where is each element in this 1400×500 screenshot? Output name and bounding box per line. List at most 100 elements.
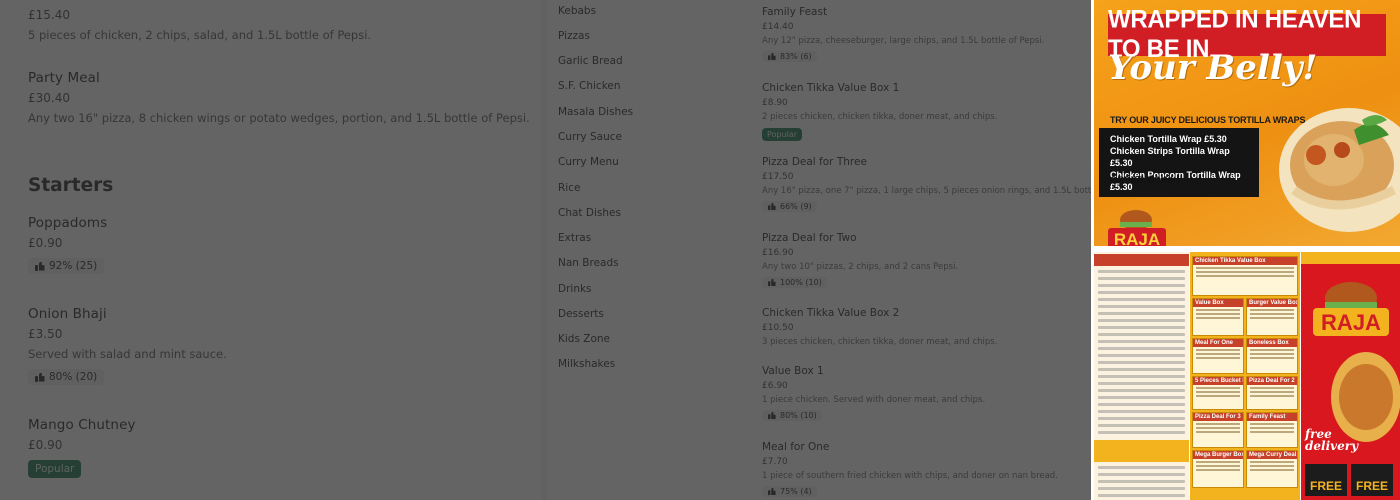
item-description: 5 pieces of chicken, 2 chips, salad, and… bbox=[28, 28, 372, 42]
raja-logo: RAJA bbox=[1108, 210, 1166, 246]
category-link-kids-zone[interactable]: Kids Zone bbox=[558, 333, 610, 345]
category-link-desserts[interactable]: Desserts bbox=[558, 308, 604, 320]
category-link-kebabs[interactable]: Kebabs bbox=[558, 5, 596, 17]
promo-image-menu-flyer-3[interactable]: RAJA free delivery FREE FREE bbox=[1301, 252, 1400, 500]
item-description: 3 pieces chicken, chicken tikka, doner m… bbox=[762, 337, 998, 347]
item-description: Any two 16" pizza, 8 chicken wings or po… bbox=[28, 111, 530, 125]
category-link-masala-dishes[interactable]: Masala Dishes bbox=[558, 106, 633, 118]
rating-badge: 92% (25) bbox=[28, 258, 105, 274]
thumbs-up-icon bbox=[35, 373, 45, 382]
deal-box-title: Burger Value Box bbox=[1247, 299, 1297, 307]
rating-badge: 66% (9) bbox=[762, 201, 817, 212]
item-name: Mango Chutney bbox=[28, 417, 136, 433]
logo-text: RAJA bbox=[1321, 310, 1381, 335]
item-price: £30.40 bbox=[28, 91, 70, 105]
promo-wrap-price-list: Chicken Tortilla Wrap £5.30 Chicken Stri… bbox=[1099, 128, 1259, 197]
item-description: Any two 10" pizzas, 2 chips, and 2 cans … bbox=[762, 262, 959, 272]
item-name: Onion Bhaji bbox=[28, 306, 107, 322]
category-link-curry-menu[interactable]: Curry Menu bbox=[558, 156, 619, 168]
menu-item-value-box-1[interactable]: Value Box 1 £6.90 1 piece chicken. Serve… bbox=[762, 365, 1082, 424]
deal-box: Chicken Tikka Value Box bbox=[1192, 256, 1298, 296]
deal-box-title: Mega Burger Box bbox=[1193, 451, 1243, 459]
free-badge-1: FREE bbox=[1305, 464, 1347, 496]
category-link-milkshakes[interactable]: Milkshakes bbox=[558, 358, 615, 370]
menu-item-onion-bhaji[interactable]: Onion Bhaji £3.50 Served with salad and … bbox=[28, 306, 227, 386]
item-name: Chicken Tikka Value Box 1 bbox=[762, 82, 900, 94]
deal-box-title: Value Box bbox=[1193, 299, 1243, 307]
promo-image-menu-flyer-1[interactable] bbox=[1094, 252, 1189, 500]
thumbs-up-icon bbox=[35, 262, 45, 271]
item-name: Family Feast bbox=[762, 6, 828, 18]
item-description: Served with salad and mint sauce. bbox=[28, 347, 227, 361]
menu-item-pizza-deal-for-three[interactable]: Pizza Deal for Three £17.50 Any 16" pizz… bbox=[762, 156, 1091, 215]
item-price: £16.90 bbox=[762, 248, 794, 258]
rating-text: 80% (20) bbox=[49, 371, 98, 383]
category-link-nan-breads[interactable]: Nan Breads bbox=[558, 257, 619, 269]
rating-text: 80% (10) bbox=[780, 411, 817, 420]
menu-item-poppadoms[interactable]: Poppadoms £0.90 92% (25) bbox=[28, 215, 107, 275]
menu-item-mango-chutney[interactable]: Mango Chutney £0.90 Popular bbox=[28, 417, 136, 478]
promo-gallery: WRAPPED IN HEAVEN TO BE IN Your Belly! T… bbox=[1091, 0, 1400, 500]
promo-script-headline: Your Belly! bbox=[1108, 48, 1318, 88]
category-link-curry-sauce[interactable]: Curry Sauce bbox=[558, 131, 622, 143]
popular-badge: Popular bbox=[28, 460, 82, 478]
rating-badge: 100% (10) bbox=[762, 277, 827, 288]
category-link-drinks[interactable]: Drinks bbox=[558, 283, 592, 295]
promo-image-tortilla-wraps[interactable]: WRAPPED IN HEAVEN TO BE IN Your Belly! T… bbox=[1094, 0, 1400, 246]
section-title-starters: Starters bbox=[28, 175, 114, 196]
category-link-sf-chicken[interactable]: S.F. Chicken bbox=[558, 80, 621, 92]
item-name: Party Meal bbox=[28, 70, 100, 86]
item-price: £3.50 bbox=[28, 327, 63, 341]
thumbs-up-icon bbox=[768, 279, 776, 287]
deal-box: Mega Curry Deal bbox=[1246, 450, 1298, 488]
popular-badge: Popular bbox=[762, 128, 802, 141]
item-name: Chicken Tikka Value Box 2 bbox=[762, 307, 900, 319]
deal-box-title: Boneless Box bbox=[1247, 339, 1297, 347]
rating-text: 92% (25) bbox=[49, 260, 98, 272]
free-delivery-text: free delivery bbox=[1305, 427, 1359, 453]
deal-box: Family Feast bbox=[1246, 412, 1298, 448]
restaurant-menu-panel: Kebabs Pizzas Garlic Bread S.F. Chicken … bbox=[547, 0, 1091, 500]
item-name: Pizza Deal for Three bbox=[762, 156, 867, 168]
item-name: Value Box 1 bbox=[762, 365, 824, 377]
menu-item-top[interactable]: £15.40 5 pieces of chicken, 2 chips, sal… bbox=[28, 8, 371, 42]
menu-item-chicken-tikka-value-box-1[interactable]: Chicken Tikka Value Box 1 £8.90 2 pieces… bbox=[762, 82, 1082, 141]
deal-box: Burger Value Box bbox=[1246, 298, 1298, 336]
menu-item-pizza-deal-for-two[interactable]: Pizza Deal for Two £16.90 Any two 10" pi… bbox=[762, 232, 1082, 291]
free-badge-2: FREE bbox=[1351, 464, 1393, 496]
menu-item-meal-for-one[interactable]: Meal for One £7.70 1 piece of southern f… bbox=[762, 441, 1082, 500]
menu-item-party-meal[interactable]: Party Meal £30.40 Any two 16" pizza, 8 c… bbox=[28, 70, 530, 125]
item-description: Any 16" pizza, one 7" pizza, 1 large chi… bbox=[762, 186, 1091, 196]
deal-box: Meal For One bbox=[1192, 338, 1244, 374]
thumbs-up-icon bbox=[768, 488, 776, 496]
item-price: £17.50 bbox=[762, 172, 794, 182]
category-link-garlic-bread[interactable]: Garlic Bread bbox=[558, 55, 623, 67]
item-description: 1 piece of southern fried chicken with c… bbox=[762, 471, 1058, 481]
rating-text: 66% (9) bbox=[780, 202, 812, 211]
rating-text: 100% (10) bbox=[780, 278, 822, 287]
promo-image-menu-flyer-2[interactable]: Chicken Tikka Value Box Value Box Burger… bbox=[1190, 252, 1300, 500]
item-price: £14.40 bbox=[762, 22, 794, 32]
promo-tagline: TRY OUR JUICY DELICIOUS TORTILLA WRAPS bbox=[1110, 115, 1306, 125]
item-price: £15.40 bbox=[28, 8, 70, 22]
deal-box-title: Meal For One bbox=[1193, 339, 1243, 347]
promo-wrap-item: Chicken Strips Tortilla Wrap £5.30 bbox=[1110, 146, 1230, 168]
menu-item-family-feast[interactable]: Family Feast £14.40 Any 12" pizza, chees… bbox=[762, 6, 1082, 65]
category-link-chat-dishes[interactable]: Chat Dishes bbox=[558, 207, 621, 219]
category-link-rice[interactable]: Rice bbox=[558, 182, 580, 194]
category-link-extras[interactable]: Extras bbox=[558, 232, 591, 244]
item-price: £0.90 bbox=[28, 438, 63, 452]
deal-box-title: Chicken Tikka Value Box bbox=[1193, 257, 1297, 265]
deal-box: 5 Pieces Bucket Deal bbox=[1192, 376, 1244, 410]
category-link-pizzas[interactable]: Pizzas bbox=[558, 30, 590, 42]
raja-logo: RAJA bbox=[1313, 282, 1389, 336]
menu-item-chicken-tikka-value-box-2[interactable]: Chicken Tikka Value Box 2 £10.50 3 piece… bbox=[762, 307, 1082, 347]
deal-box-title: Family Feast bbox=[1247, 413, 1297, 421]
rating-badge: 75% (4) bbox=[762, 486, 817, 497]
item-price: £0.90 bbox=[28, 236, 63, 250]
item-name: Poppadoms bbox=[28, 215, 108, 231]
item-description: 2 pieces chicken, chicken tikka, doner m… bbox=[762, 112, 998, 122]
logo-text: RAJA bbox=[1114, 230, 1160, 246]
deal-box-title: Pizza Deal For 2 bbox=[1247, 377, 1297, 385]
thumbs-up-icon bbox=[768, 203, 776, 211]
